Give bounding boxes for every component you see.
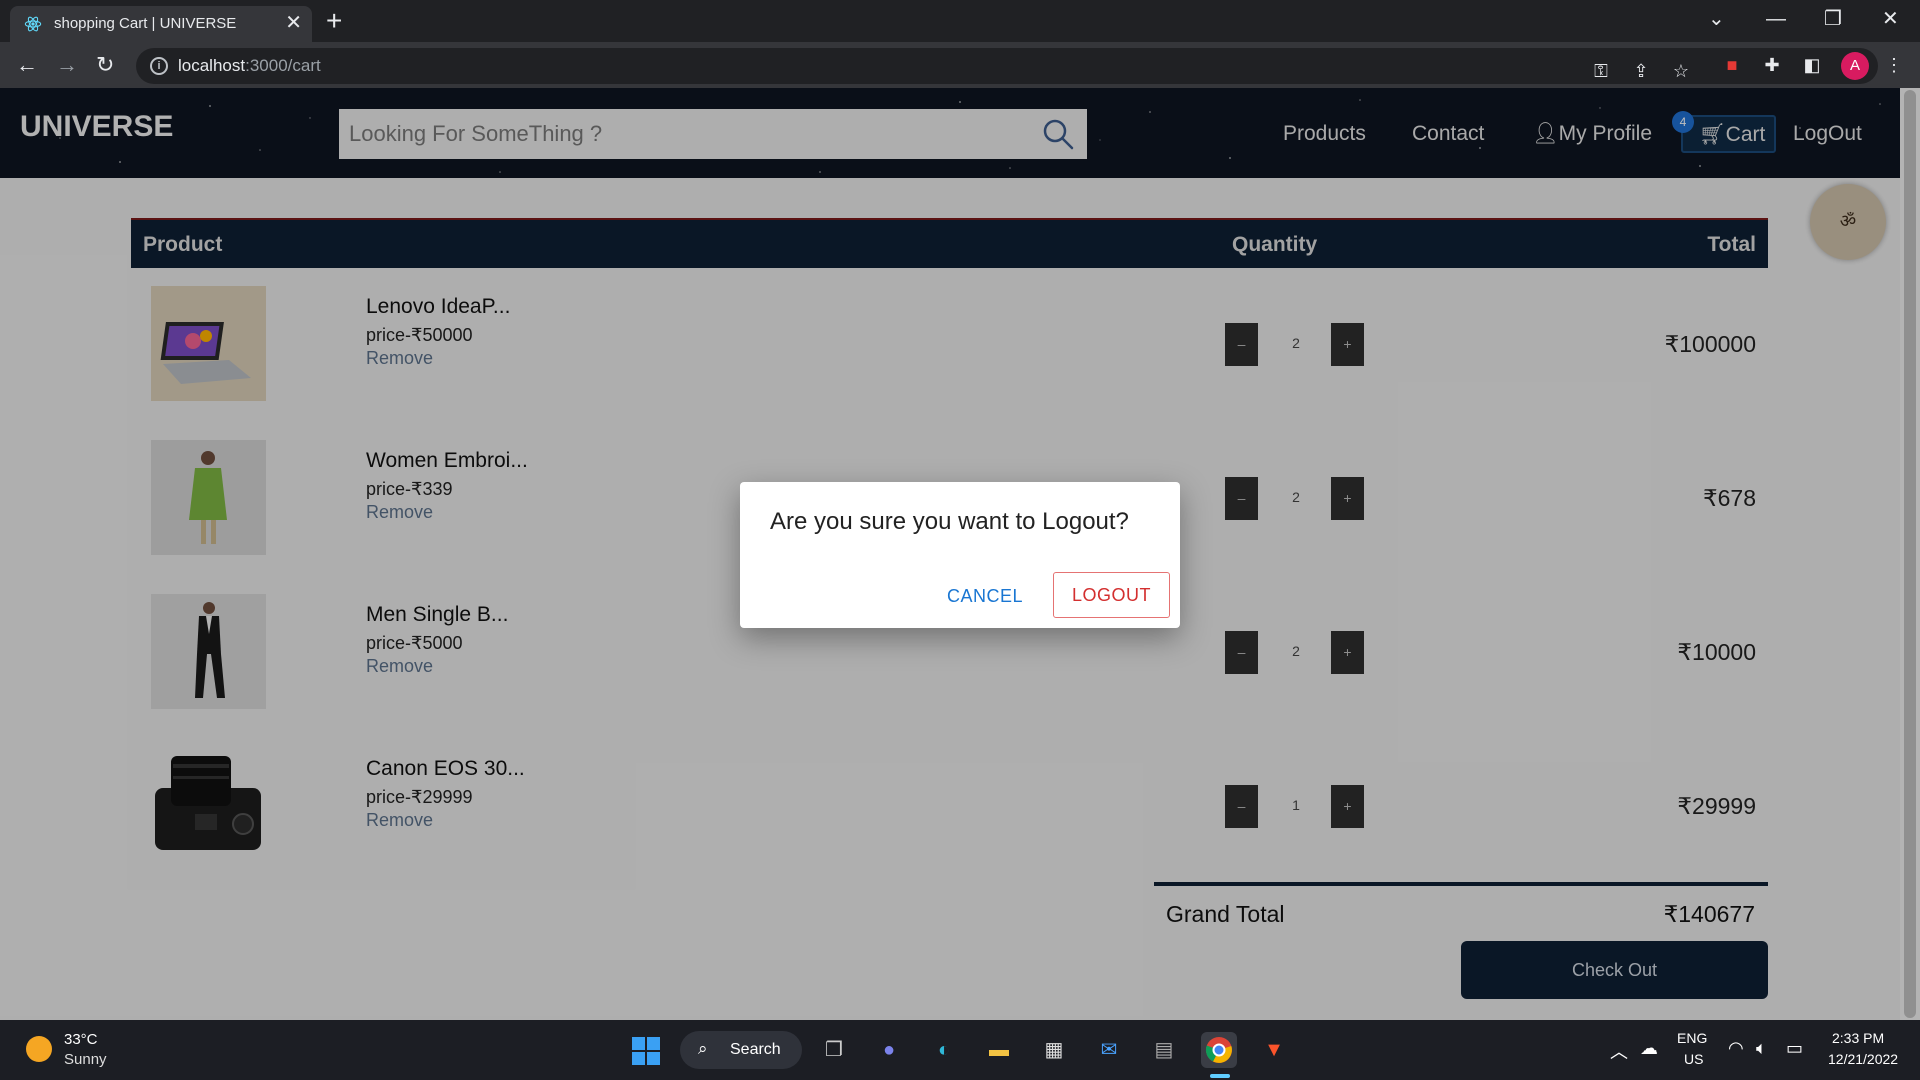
tab-search-chevron-icon[interactable]: ⌄ [1708,6,1725,32]
profile-avatar[interactable]: A [1841,52,1869,80]
forward-icon[interactable]: → [56,51,78,79]
weather-temperature[interactable]: 33°C [64,1031,98,1048]
weather-description[interactable]: Sunny [64,1051,107,1068]
new-tab-button[interactable]: + [326,6,342,36]
windows-start-icon[interactable] [632,1037,660,1065]
edge-icon[interactable]: ◐ [926,1032,962,1068]
site-info-icon[interactable]: i [150,57,168,75]
restore-icon[interactable]: ❐ [1824,6,1842,32]
microsoft-store-icon[interactable]: ▦ [1036,1032,1072,1068]
logout-confirm-dialog: Are you sure you want to Logout? CANCEL … [740,482,1180,628]
react-icon [24,16,42,32]
bookmark-star-icon[interactable]: ☆ [1666,56,1696,86]
brave-icon[interactable]: ▼ [1256,1032,1292,1068]
search-icon: ⌕ [698,1039,708,1058]
reload-icon[interactable]: ↻ [96,51,114,79]
cancel-button[interactable]: CANCEL [945,576,1025,616]
language-top[interactable]: ENG [1677,1030,1707,1046]
battery-icon[interactable]: ▭ [1786,1038,1803,1059]
close-window-icon[interactable]: ✕ [1882,6,1899,32]
dialog-title: Are you sure you want to Logout? [770,508,1129,535]
sun-icon[interactable] [26,1036,52,1062]
address-bar[interactable]: i localhost:3000/cart ⚿ ⇪ ☆ [136,48,1878,84]
task-view-icon[interactable]: ❐ [816,1032,852,1068]
teams-chat-icon[interactable]: ● [871,1032,907,1068]
minimize-icon[interactable]: — [1766,6,1786,32]
tab-close-icon[interactable]: ✕ [285,12,302,34]
tab-title: shopping Cart | UNIVERSE [54,15,237,32]
browser-tab-bar: shopping Cart | UNIVERSE ✕ + ⌄ — ❐ ✕ [0,0,1920,42]
taskbar-search-label: Search [730,1041,781,1058]
windows-taskbar: 33°C Sunny ⌕ Search ❐ ● ◐ ▬ ▦ ✉ ▤ ▼ ︿ ☁ … [0,1020,1920,1080]
wifi-icon[interactable]: ◠ [1728,1038,1744,1059]
volume-icon[interactable]: 🔈︎ [1756,1038,1767,1059]
back-icon[interactable]: ← [16,51,38,79]
clock-time[interactable]: 2:33 PM [1832,1030,1884,1046]
mail-icon[interactable]: ✉ [1091,1032,1127,1068]
extension-red-icon[interactable]: ■ [1717,50,1747,80]
share-icon[interactable]: ⇪ [1626,56,1656,86]
logout-button[interactable]: LOGOUT [1053,572,1170,618]
menu-kebab-icon[interactable]: ⋮ [1879,50,1909,80]
language-bottom[interactable]: US [1684,1051,1703,1067]
chrome-icon[interactable] [1201,1032,1237,1068]
calculator-icon[interactable]: ▤ [1146,1032,1182,1068]
clock-date[interactable]: 12/21/2022 [1828,1051,1898,1067]
key-icon[interactable]: ⚿ [1586,56,1616,86]
url-text: localhost:3000/cart [178,56,321,75]
browser-toolbar: ← → ↻ i localhost:3000/cart ⚿ ⇪ ☆ ■ ✚ ◧ … [0,42,1920,88]
extensions-puzzle-icon[interactable]: ✚ [1757,50,1787,80]
show-hidden-icons-icon[interactable]: ︿ [1610,1038,1628,1064]
taskbar-search[interactable]: ⌕ Search [680,1031,802,1069]
side-panel-icon[interactable]: ◧ [1797,50,1827,80]
file-explorer-icon[interactable]: ▬ [981,1032,1017,1068]
browser-tab[interactable]: shopping Cart | UNIVERSE ✕ [10,6,312,42]
onedrive-cloud-icon[interactable]: ☁ [1640,1038,1658,1059]
chrome-active-indicator [1210,1074,1230,1078]
